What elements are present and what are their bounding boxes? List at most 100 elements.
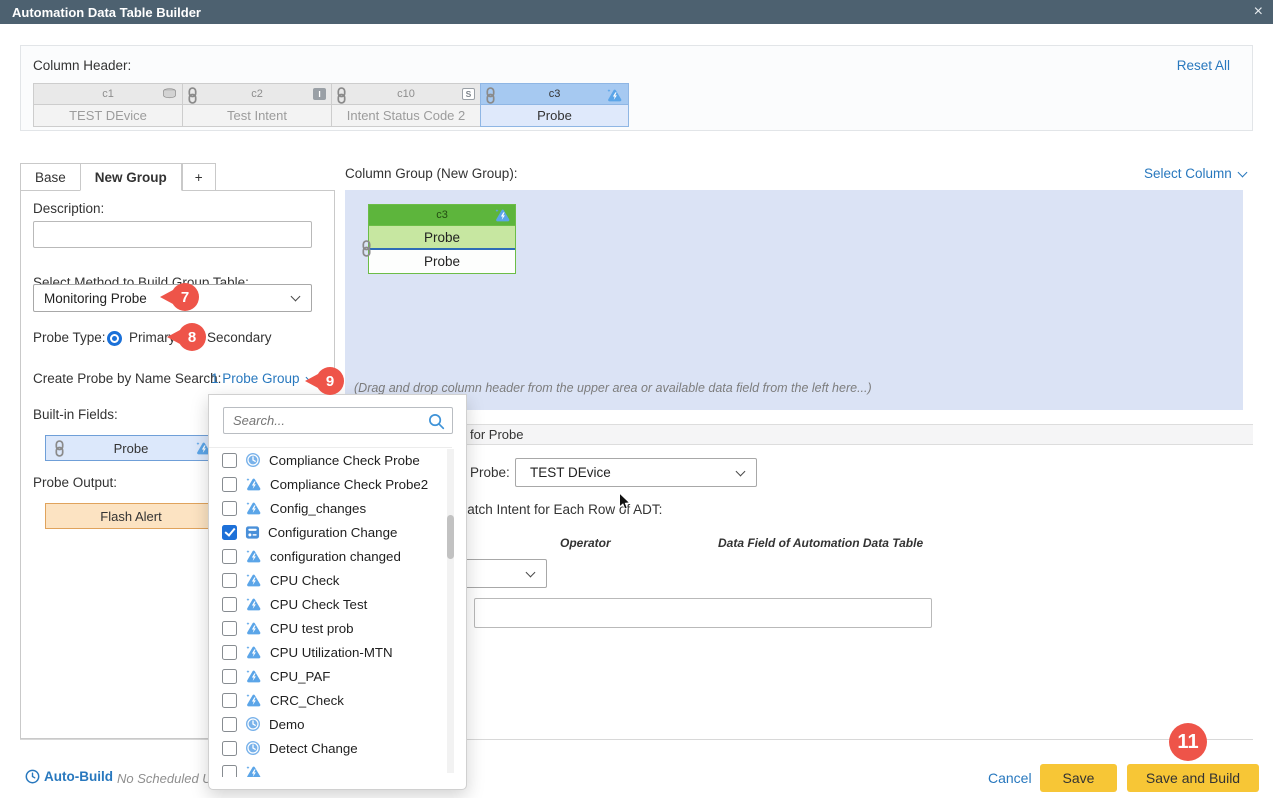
radio-primary[interactable]: [107, 331, 122, 346]
cancel-button[interactable]: Cancel: [988, 770, 1032, 786]
group-column-row-probe-1[interactable]: Probe: [369, 225, 515, 248]
probe-list-item[interactable]: Config_changes: [209, 496, 452, 520]
probe-list-item[interactable]: CPU_PAF: [209, 664, 452, 688]
column-chip-c2[interactable]: c2ITest Intent: [182, 83, 331, 127]
group-column-header[interactable]: c3: [369, 205, 515, 225]
probe-label: Probe:: [470, 465, 510, 480]
built-in-field-probe-chip[interactable]: Probe: [45, 435, 217, 461]
tab-base[interactable]: Base: [20, 163, 80, 191]
flash-icon: [245, 597, 262, 612]
column-chip-c3[interactable]: c3Probe: [480, 83, 629, 127]
search-input[interactable]: [224, 408, 452, 433]
probe-name: CRC_Check: [270, 693, 344, 708]
save-and-build-button[interactable]: Save and Build: [1127, 764, 1259, 792]
save-button[interactable]: Save: [1040, 764, 1117, 792]
clock-icon: [245, 716, 261, 732]
type-badge-icon: S: [462, 88, 475, 100]
flash-icon: [245, 765, 262, 778]
annotation-badge-11: 11: [1169, 723, 1207, 761]
probe-name: CPU test prob: [270, 621, 354, 636]
column-chip-c10[interactable]: c10SIntent Status Code 2: [331, 83, 480, 127]
search-icon: [428, 413, 445, 430]
scrollbar-track[interactable]: [447, 449, 454, 773]
clock-icon: [25, 769, 40, 784]
flash-icon: [245, 621, 262, 636]
checkbox-unchecked[interactable]: [222, 549, 237, 564]
select-column-dropdown[interactable]: Select Column: [1144, 166, 1246, 181]
checkbox-unchecked[interactable]: [222, 717, 237, 732]
probe-search-dropdown: Compliance Check ProbeCompliance Check P…: [208, 394, 467, 790]
checkbox-unchecked[interactable]: [222, 741, 237, 756]
built-in-fields-label: Built-in Fields:: [33, 407, 118, 422]
column-id: c1: [33, 83, 182, 105]
probe-list-item[interactable]: Compliance Check Probe2: [209, 472, 452, 496]
probe-group-dropdown-link[interactable]: 1 Probe Group: [211, 371, 314, 386]
probe-name: CPU Check: [270, 573, 339, 588]
checkbox-unchecked[interactable]: [222, 669, 237, 684]
checkbox-unchecked[interactable]: [222, 693, 237, 708]
probe-type-label: Probe Type:: [33, 330, 106, 345]
probe-list-item[interactable]: Detect Change: [209, 736, 452, 760]
automation-data-table-builder-dialog: Automation Data Table Builder × Column H…: [0, 0, 1273, 798]
for-probe-section-header: for Probe: [337, 424, 1253, 445]
flash-icon: [606, 88, 623, 103]
checkbox-unchecked[interactable]: [222, 645, 237, 660]
checkbox-unchecked[interactable]: [222, 621, 237, 636]
group-column-row-probe-2[interactable]: Probe: [369, 250, 515, 273]
checkbox-unchecked[interactable]: [222, 765, 237, 778]
probe-select[interactable]: TEST DEvice: [515, 458, 757, 487]
checkbox-unchecked[interactable]: [222, 597, 237, 612]
probe-list-item[interactable]: CRC_Check: [209, 688, 452, 712]
probe-list-item[interactable]: CPU Check Test: [209, 592, 452, 616]
flash-icon: [245, 477, 262, 492]
data-field-input[interactable]: [474, 598, 932, 628]
link-icon: [54, 440, 65, 457]
annotation-badge-8: 8: [178, 323, 206, 351]
checkbox-unchecked[interactable]: [222, 573, 237, 588]
probe-list-item[interactable]: configuration changed: [209, 544, 452, 568]
probe-list-item[interactable]: Demo: [209, 712, 452, 736]
column-chips: c1TEST DEvicec2ITest Intentc10SIntent St…: [33, 83, 629, 127]
probe-list-item[interactable]: CPU Utilization-MTN: [209, 640, 452, 664]
column-chip-c1[interactable]: c1TEST DEvice: [33, 83, 182, 127]
flash-icon: [245, 645, 262, 660]
device-icon: [162, 88, 177, 99]
link-icon: [361, 240, 372, 257]
checkbox-unchecked[interactable]: [222, 501, 237, 516]
flash-icon: [245, 549, 262, 564]
drag-drop-hint: (Drag and drop column header from the up…: [354, 381, 872, 395]
close-icon[interactable]: ×: [1250, 0, 1267, 24]
auto-build-link[interactable]: Auto-Build: [25, 769, 113, 784]
operator-column-header: Operator: [560, 536, 611, 550]
description-input[interactable]: [33, 221, 312, 248]
checkbox-checked[interactable]: [222, 525, 237, 540]
probe-output-flash-alert-chip[interactable]: Flash Alert: [45, 503, 217, 529]
scrollbar-thumb[interactable]: [447, 515, 454, 559]
checkbox-unchecked[interactable]: [222, 477, 237, 492]
probe-list-item[interactable]: Compliance Check Probe: [209, 448, 452, 472]
tab-new-group[interactable]: New Group: [80, 163, 182, 191]
checkbox-unchecked[interactable]: [222, 453, 237, 468]
column-name: Intent Status Code 2: [331, 105, 480, 127]
probe-list-item[interactable]: CPU Check: [209, 568, 452, 592]
flash-icon: [245, 693, 262, 708]
reset-all-link[interactable]: Reset All: [1177, 58, 1230, 73]
flash-icon: [245, 669, 262, 684]
flash-icon: [494, 208, 511, 223]
name-search-label: Create Probe by Name Search:: [33, 371, 221, 386]
probe-list-item[interactable]: Configuration Change: [209, 520, 452, 544]
column-id: c2I: [182, 83, 331, 105]
column-name: Test Intent: [182, 105, 331, 127]
footer-divider: [20, 739, 1253, 740]
config-icon: [245, 525, 260, 540]
link-icon: [187, 87, 198, 104]
probe-list: Compliance Check ProbeCompliance Check P…: [209, 447, 452, 777]
tab-add[interactable]: +: [182, 163, 216, 191]
probe-list-item[interactable]: CPU test prob: [209, 616, 452, 640]
column-id: c3: [480, 83, 629, 105]
probe-name: configuration changed: [270, 549, 401, 564]
column-group-label: Column Group (New Group):: [345, 166, 518, 181]
link-icon: [336, 87, 347, 104]
probe-list-item[interactable]: [209, 760, 452, 777]
probe-name: CPU Utilization-MTN: [270, 645, 393, 660]
